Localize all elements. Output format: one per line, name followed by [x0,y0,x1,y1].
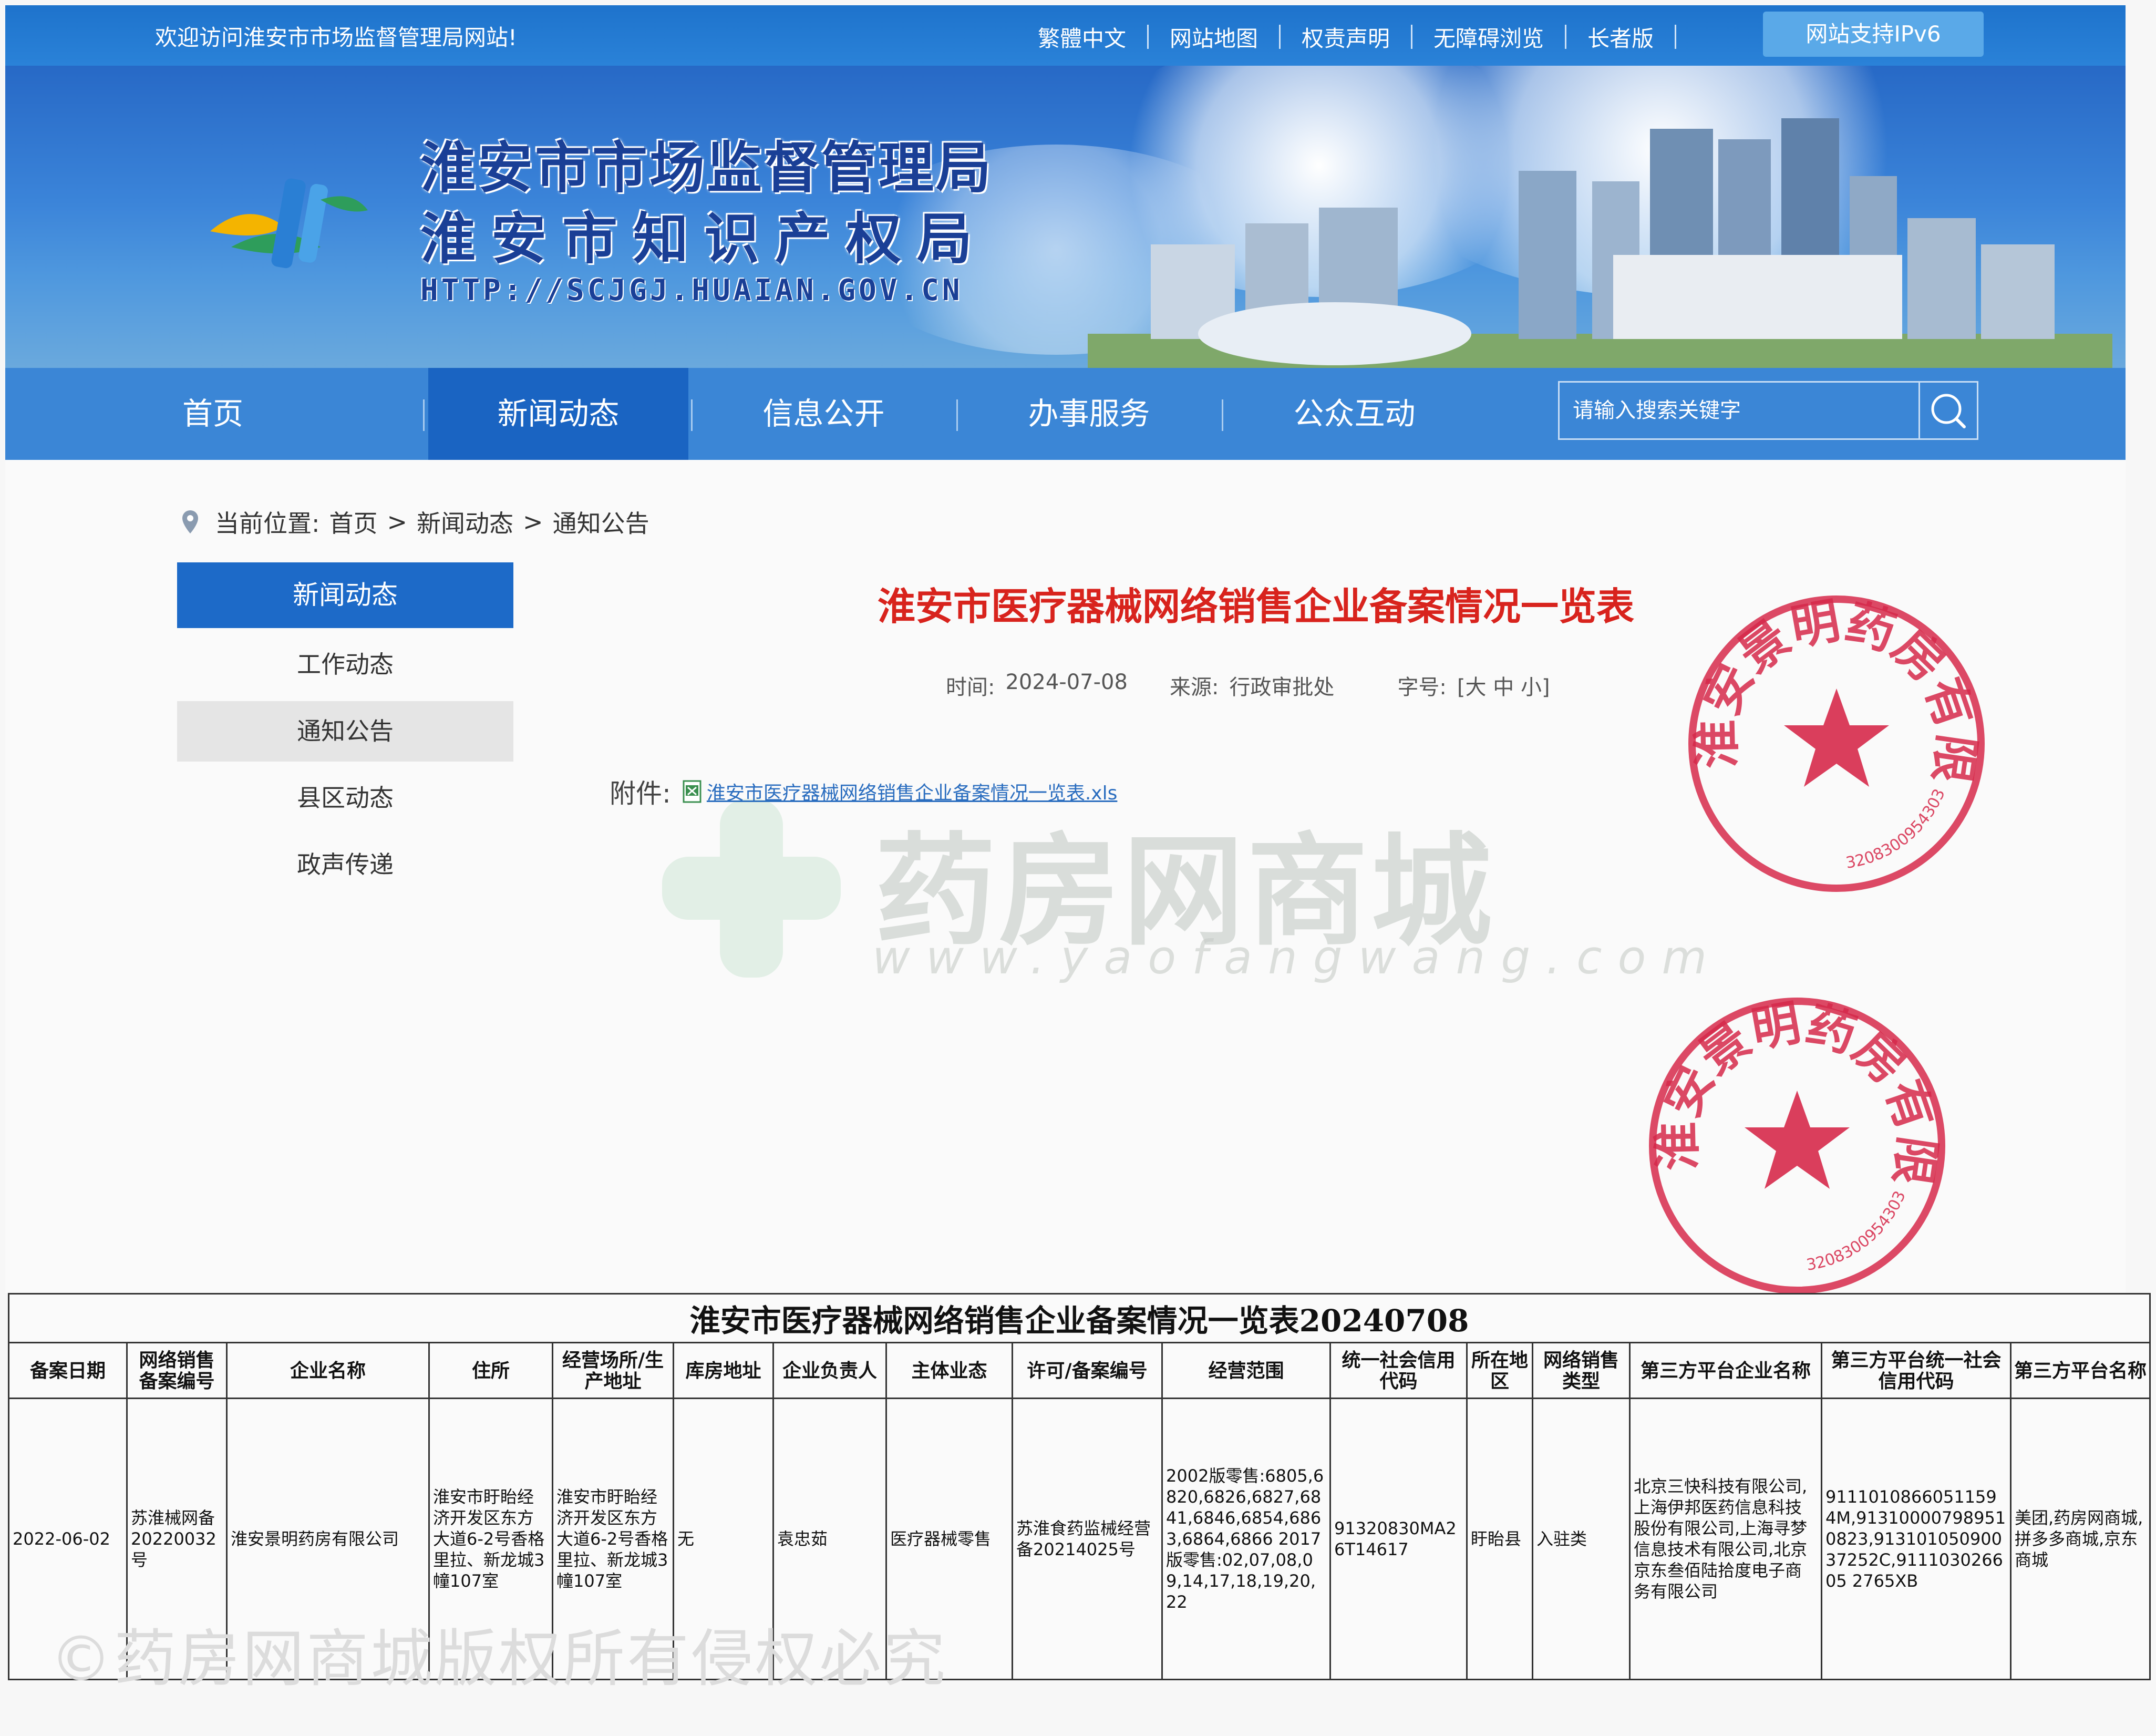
column-header: 网络销售备案编号 [126,1342,228,1399]
divider [1675,25,1677,49]
divider [1222,399,1223,431]
time-label: 时间: [946,675,995,700]
divider [423,399,425,431]
watermark-cross-logo [662,799,841,978]
column-header: 主体业态 [885,1342,1013,1399]
column-header: 许可/备案编号 [1012,1342,1163,1399]
cell-business-scope: 2002版零售:6805,6820,6826,6827,6841,6846,68… [1161,1398,1331,1680]
column-header: 所在地区 [1466,1342,1533,1399]
sidebar-header: 新闻动态 [177,562,513,628]
nav-home[interactable]: 首页 [5,368,420,460]
svg-text:3208300954303: 3208300954303 [1844,786,1949,872]
breadcrumb-news[interactable]: 新闻动态 [417,505,513,539]
sidebar-item-county-news[interactable]: 县区动态 [177,768,513,828]
cell-platform-companies: 北京三快科技有限公司,上海伊邦医药信息科技股份有限公司,上海寻梦信息技术有限公司… [1629,1398,1822,1680]
nav-info-disclosure[interactable]: 信息公开 [694,368,954,460]
article-title: 淮安市医疗器械网络销售企业备案情况一览表 [877,584,1634,629]
city-skyline-illustration [1088,118,2112,368]
table-caption: 淮安市医疗器械网络销售企业备案情况一览表20240708 [7,1293,2151,1343]
search-button[interactable] [1918,383,1977,438]
main-nav: 首页 新闻动态 信息公开 办事服务 公众互动 [5,368,2126,460]
divider [691,399,693,431]
top-bar: 欢迎访问淮安市市场监督管理局网站! 繁體中文 网站地图 权责声明 无障碍浏览 长… [5,5,2126,66]
excel-file-icon [683,780,702,803]
cell-sales-type: 入驻类 [1532,1398,1631,1680]
bureau-logo [210,178,368,269]
column-header: 企业名称 [226,1342,430,1399]
site-url: HTTP://SCJGJ.HUAIAN.GOV.CN [420,273,963,307]
search-icon [1931,394,1966,428]
column-header: 经营范围 [1161,1342,1331,1399]
watermark-url: www.yaofangwang.com [872,930,1723,984]
table-header-row: 备案日期 网络销售备案编号 企业名称 住所 经营场所/生产地址 库房地址 企业负… [8,1342,2151,1399]
column-header: 网络销售类型 [1532,1342,1631,1399]
font-size-label: 字号: [1397,675,1447,700]
attachment: 附件: 淮安市医疗器械网络销售企业备案情况一览表.xls [610,773,1117,810]
attachment-link[interactable]: 淮安市医疗器械网络销售企业备案情况一览表.xls [707,778,1118,805]
article-meta: 时间: 2024-07-08 来源: 行政审批处 字号: [大 中 小] [946,670,1561,701]
breadcrumb-separator: > [523,508,543,536]
bureau-title: 淮安市市场监督管理局 [420,136,994,200]
copyright-watermark: ©药房网商城版权所有侵权必究 [50,1622,948,1695]
nav-interaction[interactable]: 公众互动 [1224,368,1484,460]
column-header: 统一社会信用代码 [1329,1342,1468,1399]
cell-platform-credit-codes: 91110108660511594M,913100007989510823,91… [1821,1398,2011,1680]
sidebar-item-government-voice[interactable]: 政声传递 [177,835,513,895]
cell-credit-code: 91320830MA26T14617 [1329,1398,1468,1680]
site-banner: 淮安市市场监督管理局 淮安市知识产权局 HTTP://SCJGJ.HUAIAN.… [5,66,2126,368]
link-accessibility[interactable]: 无障碍浏览 [1412,21,1565,53]
sidebar: 新闻动态 工作动态 通知公告 县区动态 政声传递 [177,562,513,895]
nav-news[interactable]: 新闻动态 [428,368,688,460]
sidebar-item-work-news[interactable]: 工作动态 [177,634,513,695]
attachment-label: 附件: [610,778,671,809]
welcome-text: 欢迎访问淮安市市场监督管理局网站! [155,25,517,50]
top-links: 繁體中文 网站地图 权责声明 无障碍浏览 长者版 [1017,16,1677,58]
column-header: 第三方平台名称 [2009,1342,2151,1399]
nav-services[interactable]: 办事服务 [959,368,1219,460]
cell-region: 盱眙县 [1466,1398,1533,1680]
ipv6-badge[interactable]: 网站支持IPv6 [1763,12,1984,57]
column-header: 经营场所/生产地址 [552,1342,674,1399]
ip-bureau-title: 淮安市知识产权局 [420,207,988,271]
cell-license-number: 苏淮食药监械经营备20214025号 [1012,1398,1163,1680]
company-seal-stamp: 淮安景明药房有限公司 3208300954303 [1639,988,1946,1294]
breadcrumb-separator: > [387,508,408,536]
column-header: 备案日期 [8,1342,128,1399]
link-sitemap[interactable]: 网站地图 [1149,21,1279,53]
breadcrumb-home[interactable]: 首页 [329,505,378,539]
cell-platform-names: 美团,药房网商城,拼多多商城,京东商城 [2009,1398,2151,1680]
link-elder-version[interactable]: 长者版 [1566,21,1675,53]
column-header: 库房地址 [673,1342,774,1399]
source: 行政审批处 [1229,675,1335,700]
search-input[interactable] [1560,383,1922,438]
sidebar-item-notices[interactable]: 通知公告 [177,701,513,762]
column-header: 第三方平台统一社会信用代码 [1821,1342,2011,1399]
svg-text:3208300954303: 3208300954303 [1805,1188,1910,1275]
source-label: 来源: [1169,675,1219,700]
link-disclaimer[interactable]: 权责声明 [1281,21,1411,53]
column-header: 第三方平台企业名称 [1629,1342,1822,1399]
divider [956,399,958,431]
search-box [1558,381,1978,440]
breadcrumb-notices[interactable]: 通知公告 [553,505,649,539]
location-pin-icon [182,510,198,533]
seal-code: 3208300954303 [1805,1188,1910,1275]
link-traditional-chinese[interactable]: 繁體中文 [1017,21,1147,53]
seal-code: 3208300954303 [1844,786,1949,872]
company-seal-stamp: 淮安景明药房有限公司 3208300954303 [1679,586,1986,892]
publish-time: 2024-07-08 [1005,670,1128,694]
breadcrumb-label: 当前位置: [215,509,320,538]
font-size-options[interactable]: [大 中 小] [1457,670,1550,701]
breadcrumb: 当前位置: 首页 > 新闻动态 > 通知公告 [181,505,659,539]
column-header: 住所 [428,1342,553,1399]
column-header: 企业负责人 [772,1342,887,1399]
